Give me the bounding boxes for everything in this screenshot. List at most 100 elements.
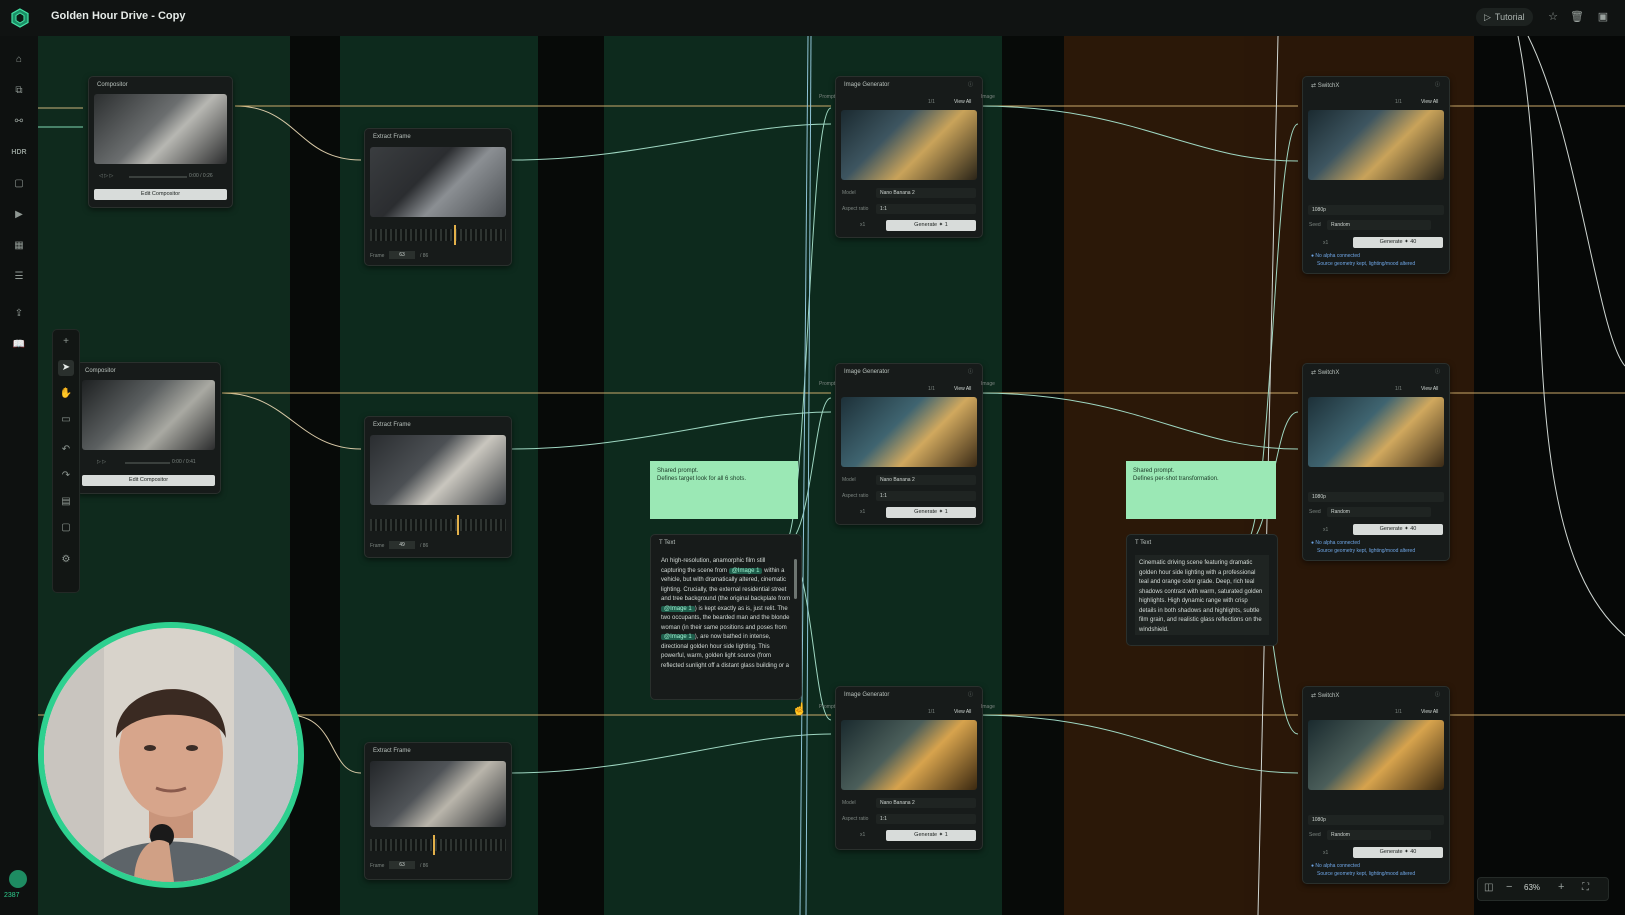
list-icon[interactable]: ☰ bbox=[11, 269, 27, 285]
generate-button[interactable]: Generate ✦ 1 bbox=[886, 830, 976, 841]
resolution-select[interactable] bbox=[1308, 205, 1444, 215]
count-stepper[interactable]: x1 bbox=[1323, 850, 1328, 856]
count-stepper[interactable]: x1 bbox=[1323, 240, 1328, 246]
user-avatar[interactable] bbox=[9, 870, 27, 888]
switchx-node[interactable]: ⇄ SwitchX ⓘ 1/1 View All 1080p Seed Rand… bbox=[1302, 363, 1450, 561]
project-title[interactable]: Golden Hour Drive - Copy bbox=[51, 10, 185, 22]
video-icon[interactable]: ▶ bbox=[11, 207, 27, 223]
compositor-node[interactable]: Compositor ◁ ▷ ▷ 0:00 / 0:26 Edit Compos… bbox=[88, 76, 233, 208]
edit-compositor-button[interactable]: Edit Compositor bbox=[82, 475, 215, 486]
frame-input[interactable]: 63 bbox=[389, 861, 415, 869]
scrubber-handle[interactable] bbox=[454, 225, 456, 245]
view-all-link[interactable]: View All bbox=[954, 99, 971, 105]
panel-icon[interactable]: ▤ bbox=[58, 494, 74, 510]
count-stepper[interactable]: x1 bbox=[860, 222, 865, 228]
timeline-slider[interactable] bbox=[129, 176, 187, 178]
app-logo-icon[interactable] bbox=[10, 8, 30, 28]
star-icon[interactable]: ☆ bbox=[1546, 10, 1560, 24]
view-all-link[interactable]: View All bbox=[954, 709, 971, 715]
view-all-link[interactable]: View All bbox=[1421, 386, 1438, 392]
view-all-link[interactable]: View All bbox=[954, 386, 971, 392]
generate-button[interactable]: Generate ✦ 1 bbox=[886, 507, 976, 518]
scrubber-handle[interactable] bbox=[457, 515, 459, 535]
frame-input[interactable]: 49 bbox=[389, 541, 415, 549]
info-icon[interactable]: ⓘ bbox=[1435, 691, 1440, 698]
switchx-node[interactable]: ⇄ SwitchX ⓘ 1/1 View All 1080p Seed Rand… bbox=[1302, 686, 1450, 884]
zoom-out-button[interactable]: − bbox=[1506, 881, 1512, 893]
redo-icon[interactable]: ↷ bbox=[58, 468, 74, 484]
resolution-select[interactable] bbox=[1308, 815, 1444, 825]
generated-image[interactable] bbox=[841, 397, 977, 467]
count-stepper[interactable]: x1 bbox=[860, 832, 865, 838]
image-reference-tag[interactable]: @Image 1 bbox=[728, 567, 763, 574]
frame-scrubber[interactable] bbox=[370, 229, 506, 241]
nodes-icon[interactable]: ⚯ bbox=[11, 114, 27, 130]
note-icon[interactable]: ▭ bbox=[58, 412, 74, 428]
count-stepper[interactable]: x1 bbox=[860, 509, 865, 515]
frame-scrubber[interactable] bbox=[370, 519, 506, 531]
image-reference-tag[interactable]: @Image 1 bbox=[661, 634, 695, 640]
trash-icon[interactable]: 🗑 bbox=[1570, 10, 1584, 24]
frame-scrubber[interactable] bbox=[370, 839, 506, 851]
text-node[interactable]: T Text Cinematic driving scene featuring… bbox=[1126, 534, 1278, 646]
zoom-in-button[interactable]: + bbox=[1558, 881, 1564, 893]
aspect-select[interactable] bbox=[876, 814, 976, 824]
panel-toggle-icon[interactable]: ◫ bbox=[1484, 882, 1493, 893]
aspect-select[interactable] bbox=[876, 204, 976, 214]
edit-compositor-button[interactable]: Edit Compositor bbox=[94, 189, 227, 200]
switchx-output-image[interactable] bbox=[1308, 397, 1444, 467]
view-all-link[interactable]: View All bbox=[1421, 709, 1438, 715]
comment-icon[interactable]: ▢ bbox=[58, 520, 74, 536]
generate-button[interactable]: Generate ✦ 1 bbox=[886, 220, 976, 231]
extract-frame-node[interactable]: Extract Frame Frame 49 / 86 bbox=[364, 416, 512, 558]
sticky-note[interactable]: Shared prompt. Defines target look for a… bbox=[650, 461, 798, 519]
generate-button[interactable]: Generate ✦ 40 bbox=[1353, 847, 1443, 858]
prompt-text[interactable]: An high-resolution, anamorphic film stil… bbox=[661, 557, 791, 693]
info-icon[interactable]: ⓘ bbox=[968, 691, 973, 698]
image-generator-node[interactable]: Image Generator ⓘ 1/1 View All Model Nan… bbox=[835, 76, 983, 238]
generate-button[interactable]: Generate ✦ 40 bbox=[1353, 524, 1443, 535]
hand-pan-icon[interactable]: ✋ bbox=[58, 386, 74, 402]
text-node[interactable]: T Text An high-resolution, anamorphic fi… bbox=[650, 534, 802, 700]
timeline-slider[interactable] bbox=[125, 462, 170, 464]
select-pointer-icon[interactable]: ➤ bbox=[58, 360, 74, 376]
generated-image[interactable] bbox=[841, 110, 977, 180]
tutorial-button[interactable]: ▷ Tutorial bbox=[1476, 8, 1533, 26]
sticky-note[interactable]: Shared prompt. Defines per-shot transfor… bbox=[1126, 461, 1276, 519]
hdr-icon[interactable]: HDR bbox=[11, 145, 27, 161]
panel-icon[interactable]: ▣ bbox=[1596, 10, 1610, 24]
image-icon[interactable]: ▢ bbox=[11, 176, 27, 192]
info-icon[interactable]: ⓘ bbox=[1435, 368, 1440, 375]
info-icon[interactable]: ⓘ bbox=[968, 81, 973, 88]
image-generator-node[interactable]: Image Generator ⓘ 1/1 View All Model Nan… bbox=[835, 686, 983, 850]
frame-input[interactable]: 63 bbox=[389, 251, 415, 259]
info-icon[interactable]: ⓘ bbox=[1435, 81, 1440, 88]
scrollbar[interactable] bbox=[794, 559, 797, 599]
extract-frame-node[interactable]: Extract Frame Frame 63 / 86 bbox=[364, 128, 512, 266]
switchx-output-image[interactable] bbox=[1308, 720, 1444, 790]
prompt-text[interactable]: Cinematic driving scene featuring dramat… bbox=[1135, 555, 1269, 635]
image-generator-node[interactable]: Image Generator ⓘ 1/1 View All Model Nan… bbox=[835, 363, 983, 525]
book-icon[interactable]: 📖 bbox=[11, 337, 27, 353]
undo-icon[interactable]: ↶ bbox=[58, 442, 74, 458]
view-all-link[interactable]: View All bbox=[1421, 99, 1438, 105]
gear-icon[interactable]: ⚙ bbox=[58, 552, 74, 568]
player-controls-icon[interactable]: ▷ ▷ bbox=[97, 459, 106, 465]
home-icon[interactable]: ⌂ bbox=[11, 52, 27, 68]
workflow-icon[interactable]: ⧉ bbox=[11, 83, 27, 99]
extract-frame-node[interactable]: Extract Frame Frame 63 / 86 bbox=[364, 742, 512, 880]
count-stepper[interactable]: x1 bbox=[1323, 527, 1328, 533]
scrubber-handle[interactable] bbox=[433, 835, 435, 855]
generate-button[interactable]: Generate ✦ 40 bbox=[1353, 237, 1443, 248]
switchx-node[interactable]: ⇄ SwitchX ⓘ 1/1 View All 1080p Seed Rand… bbox=[1302, 76, 1450, 274]
switchx-output-image[interactable] bbox=[1308, 110, 1444, 180]
compositor-node[interactable]: Compositor ▷ ▷ 0:00 / 0:41 Edit Composit… bbox=[76, 362, 221, 494]
generated-image[interactable] bbox=[841, 720, 977, 790]
aspect-select[interactable] bbox=[876, 491, 976, 501]
export-icon[interactable]: ⇪ bbox=[11, 306, 27, 322]
fullscreen-icon[interactable]: ⛶ bbox=[1582, 882, 1589, 893]
player-controls-icon[interactable]: ◁ ▷ ▷ bbox=[99, 173, 113, 179]
info-icon[interactable]: ⓘ bbox=[968, 368, 973, 375]
image-reference-tag[interactable]: @Image 1 bbox=[661, 605, 695, 612]
gallery-icon[interactable]: ▦ bbox=[11, 238, 27, 254]
